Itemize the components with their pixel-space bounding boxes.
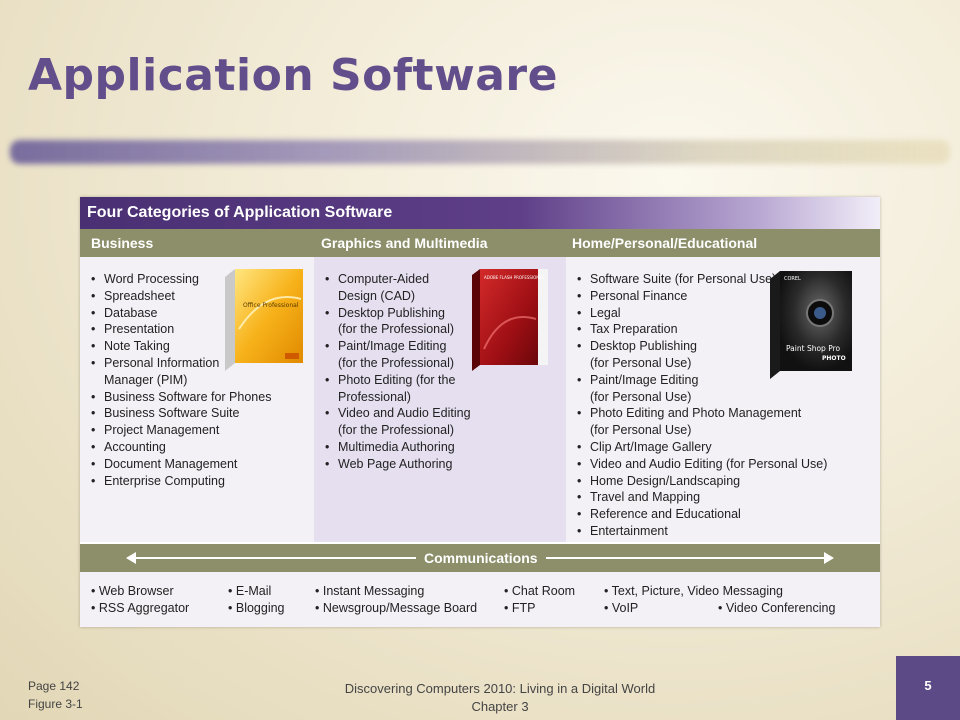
list-item: Web Page Authoring [324,456,471,473]
list-item: Professional) [338,389,411,404]
paintshop-box-image: COREL Paint Shop Pro PHOTO [770,271,852,379]
list-item: • RSS Aggregator [91,601,190,615]
photo-label: PHOTO [822,355,846,362]
list-item: Manager (PIM) [104,372,188,387]
communications-list: • Web Browser • RSS Aggregator • E-Mail … [80,572,880,627]
office-box-image: Office Professional [225,269,303,371]
list-item: • Web Browser [91,584,174,598]
psp-label: Paint Shop Pro [786,344,841,353]
list-item: Project Management [90,422,271,439]
list-item: • VoIP [604,601,639,615]
list-item: Entertainment [576,523,827,540]
list-item: • Blogging [228,601,285,615]
category-home: Home/Personal/Educational [572,235,758,251]
list-item: Photo Editing and Photo Management [576,405,827,422]
list-item: (for the Professional) [338,355,455,370]
list-item: Video and Audio Editing [324,405,471,422]
book-title: Discovering Computers 2010: Living in a … [344,681,656,696]
list-item: • E-Mail [228,584,272,598]
list-item: Computer-Aided [324,271,471,288]
chapter-label: Chapter 3 [471,699,529,714]
list-item: • Instant Messaging [315,584,425,598]
list-item: Business Software Suite [90,405,271,422]
list-item: (for Personal Use) [590,423,692,438]
list-item: Design (CAD) [338,288,416,303]
list-item: • Chat Room [504,584,576,598]
communications-bar: Communications [80,544,880,572]
category-header-bar: Business Graphics and Multimedia Home/Pe… [80,229,880,257]
list-item: (for Personal Use) [590,389,692,404]
arrow-line-right [546,557,826,559]
list-item: Accounting [90,439,271,456]
page-number: 5 [924,678,932,693]
list-item: Travel and Mapping [576,489,827,506]
list-item: Enterprise Computing [90,473,271,490]
arrow-line-left [134,557,416,559]
category-graphics: Graphics and Multimedia [321,235,488,251]
flash-box-image: ADOBE FLASH PROFESSIONAL [472,269,548,371]
list-item: • Text, Picture, Video Messaging [604,584,784,598]
home-column: Software Suite (for Personal Use) Person… [566,257,880,542]
business-column: Word Processing Spreadsheet Database Pre… [80,257,314,542]
title-divider [10,140,950,164]
figure-reference: Figure 3-1 [28,697,83,711]
figure-heading-bar: Four Categories of Application Software [80,197,880,229]
footer-book-title: Discovering Computers 2010: Living in a … [300,680,700,716]
office-box-label: Office Professional [243,302,299,309]
list-item: Photo Editing (for the [324,372,471,389]
list-item: Clip Art/Image Gallery [576,439,827,456]
list-item: Reference and Educational [576,506,827,523]
list-item: Document Management [90,456,271,473]
graphics-column: Computer-Aided Design (CAD) Desktop Publ… [314,257,566,542]
list-item: (for the Professional) [338,423,455,438]
list-item: • Video Conferencing [718,601,836,615]
graphics-list: Computer-Aided Design (CAD) Desktop Publ… [324,271,471,473]
category-business: Business [91,235,154,251]
list-item: • Newsgroup/Message Board [315,601,478,615]
page-number-box: 5 [896,656,960,720]
list-item: Home Design/Landscaping [576,473,827,490]
list-item: Business Software for Phones [90,389,271,406]
slide-title: Application Software [28,50,558,101]
page-reference: Page 142 [28,679,80,693]
list-item: (for the Professional) [338,322,455,337]
list-item: • FTP [504,601,536,615]
figure-table: Four Categories of Application Software … [80,197,880,627]
flash-box-label: ADOBE FLASH PROFESSIONAL [484,275,545,280]
communications-label: Communications [424,550,538,566]
list-item: Paint/Image Editing [324,338,471,355]
footer-reference: Page 142 Figure 3-1 [28,677,83,713]
list-item: Video and Audio Editing (for Personal Us… [576,456,827,473]
list-item: Multimedia Authoring [324,439,471,456]
figure-heading: Four Categories of Application Software [87,204,393,221]
corel-label: COREL [784,276,801,282]
list-item: Desktop Publishing [324,305,471,322]
arrow-right-icon [824,552,834,564]
